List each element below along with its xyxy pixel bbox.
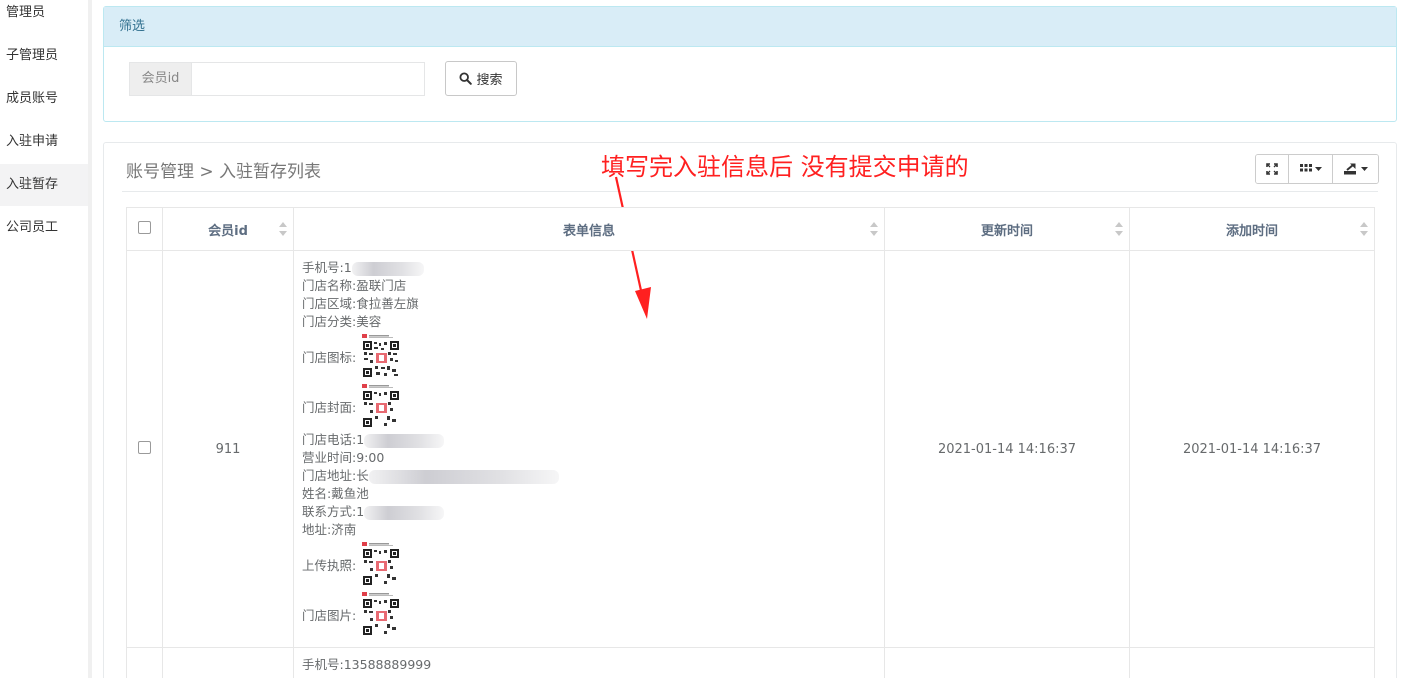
address-line: 地址:济南 — [302, 522, 357, 537]
filter-heading: 筛选 — [104, 7, 1396, 47]
store-tel-line: 门店电话:1 — [302, 431, 876, 449]
store-name-line: 门店名称:盈联门店 — [302, 278, 407, 293]
sidebar-item-member-accounts[interactable]: 成员账号 — [0, 78, 88, 120]
updated-at-cell — [884, 647, 1130, 678]
member-id-label: 会员id — [130, 63, 192, 95]
store-photo-line: 门店图片: — [302, 589, 876, 639]
data-table: 会员id 表单信息 更新时间 添加时间 911 手机号:1 门店名称:盈联门店 … — [126, 207, 1375, 678]
chevron-down-icon — [1314, 166, 1322, 171]
redacted-blur — [351, 261, 424, 276]
column-header-updated-at[interactable]: 更新时间 — [884, 207, 1130, 251]
table-row: 手机号:13588889999 — [126, 647, 1375, 678]
main-content: 筛选 会员id 搜索 账号管理 > 入驻暂存列表 填写完入驻信息后 没有提交申请… — [92, 0, 1404, 678]
qr-code-image[interactable] — [360, 383, 403, 429]
breadcrumb: 账号管理 > 入驻暂存列表 — [126, 162, 322, 182]
sidebar-item-sub-admin[interactable]: 子管理员 — [0, 35, 88, 77]
name-line: 姓名:戴鱼池 — [302, 486, 369, 501]
created-at-cell: 2021-01-14 14:16:37 — [1129, 250, 1375, 648]
qr-code-image[interactable] — [360, 541, 403, 587]
search-icon — [459, 72, 473, 85]
table-header-row: 会员id 表单信息 更新时间 添加时间 — [126, 207, 1375, 251]
sidebar-item-admin[interactable]: 管理员 — [0, 0, 88, 34]
member-id-input-group: 会员id — [129, 62, 425, 96]
redacted-blur — [368, 469, 559, 484]
select-all-checkbox[interactable] — [138, 220, 151, 234]
created-at-cell — [1129, 647, 1375, 678]
license-line: 上传执照: — [302, 539, 876, 589]
form-info-cell: 手机号:1 门店名称:盈联门店 门店区域:食拉善左旗 门店分类:美容 门店图标: — [293, 250, 885, 648]
row-select-cell — [126, 647, 163, 678]
sort-icon — [1115, 222, 1123, 236]
sort-icon — [279, 222, 287, 236]
store-logo-line: 门店图标: — [302, 331, 876, 381]
member-id-input[interactable] — [192, 63, 424, 95]
store-region-line: 门店区域:食拉善左旗 — [302, 296, 419, 311]
sidebar-item-settlement-application[interactable]: 入驻申请 — [0, 121, 88, 163]
redacted-blur — [364, 433, 445, 448]
phone-line: 手机号:1 — [302, 259, 876, 277]
filter-panel: 筛选 会员id 搜索 — [103, 6, 1397, 122]
updated-at-cell: 2021-01-14 14:16:37 — [884, 250, 1130, 648]
store-cover-line: 门店封面: — [302, 381, 876, 431]
table-row: 911 手机号:1 门店名称:盈联门店 门店区域:食拉善左旗 门店分类:美容 门… — [126, 250, 1375, 648]
table-toolbar — [1255, 154, 1379, 184]
export-button[interactable] — [1333, 155, 1378, 183]
store-category-line: 门店分类:美容 — [302, 314, 382, 329]
chevron-down-icon — [1360, 166, 1368, 171]
sidebar-item-settlement-drafts[interactable]: 入驻暂存 — [0, 164, 88, 206]
select-all-cell — [126, 207, 163, 251]
list-panel: 账号管理 > 入驻暂存列表 填写完入驻信息后 没有提交申请的 会员id 表单信息… — [103, 142, 1397, 678]
sidebar-item-company-staff[interactable]: 公司员工 — [0, 207, 88, 249]
qr-code-image[interactable] — [360, 333, 403, 379]
fullscreen-button[interactable] — [1256, 155, 1289, 183]
row-select-cell — [126, 250, 163, 648]
column-header-form-info[interactable]: 表单信息 — [293, 207, 885, 251]
column-header-member-id[interactable]: 会员id — [162, 207, 294, 251]
search-button[interactable]: 搜索 — [445, 61, 517, 96]
contact-line: 联系方式:1 — [302, 503, 876, 521]
member-id-cell: 911 — [162, 250, 294, 648]
column-header-created-at[interactable]: 添加时间 — [1129, 207, 1375, 251]
qr-code-image[interactable] — [360, 591, 403, 637]
export-icon — [1343, 163, 1356, 175]
sort-icon — [870, 222, 878, 236]
columns-icon — [1299, 164, 1312, 172]
redacted-blur — [364, 505, 445, 520]
search-button-label: 搜索 — [476, 73, 503, 88]
sidebar: 管理员 子管理员 成员账号 入驻申请 入驻暂存 公司员工 — [0, 0, 88, 678]
columns-button[interactable] — [1289, 155, 1333, 183]
title-divider — [122, 191, 1378, 192]
business-hours-line: 营业时间:9:00 — [302, 450, 385, 465]
phone-line: 手机号:13588889999 — [302, 657, 432, 672]
sort-icon — [1360, 222, 1368, 236]
member-id-cell — [162, 647, 294, 678]
fullscreen-icon — [1266, 163, 1278, 175]
store-address-line: 门店地址:长 — [302, 467, 876, 485]
form-info-cell: 手机号:13588889999 — [293, 647, 885, 678]
row-checkbox[interactable] — [138, 440, 151, 454]
